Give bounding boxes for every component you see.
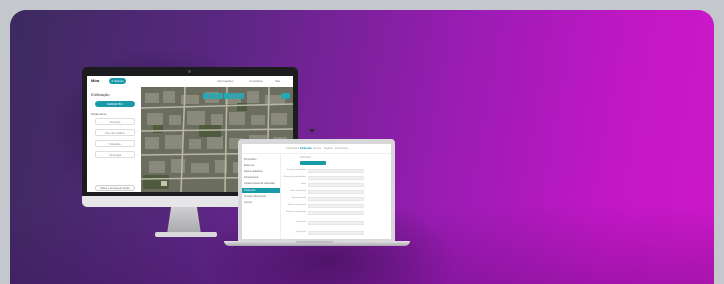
tab-documentos[interactable]: Documentos — [335, 147, 348, 150]
laptop: Informações Edificação Terreno Registro … — [238, 139, 395, 241]
tab-registro[interactable]: Registro — [324, 147, 333, 150]
tool-4-icon[interactable] — [224, 93, 230, 99]
input-field[interactable] — [308, 231, 364, 235]
field-label: Estado conservação — [286, 211, 306, 213]
sidebar-item-caracteristicas[interactable]: Características da edificação — [244, 182, 275, 185]
tab-informacoes[interactable]: Informações — [286, 147, 299, 150]
tool-6-icon[interactable] — [238, 93, 244, 99]
field-label: Utilização — [296, 221, 306, 223]
sidebar-item-anexos[interactable]: Anexos — [244, 201, 252, 204]
sidebar-item-dados[interactable]: Dados cadastrais — [244, 170, 262, 173]
sidebar-item-infra[interactable]: Infraestrutura — [244, 176, 258, 179]
tool-5-icon[interactable] — [231, 93, 237, 99]
tool-3-icon[interactable] — [217, 93, 223, 99]
tab-edificacao[interactable]: Edificação — [300, 147, 312, 150]
input-field[interactable] — [308, 204, 364, 208]
map-toolbar — [203, 93, 244, 99]
select-tipo[interactable]: Tipo de edificio — [95, 129, 135, 136]
tool-1-icon[interactable] — [203, 93, 209, 99]
params-label: Parâmetros — [91, 112, 107, 116]
input-field[interactable] — [308, 221, 364, 225]
field-label: Área — [301, 183, 306, 185]
sidebar-item-servicos[interactable]: Serviços Disponíveis — [244, 195, 266, 198]
form-header: Edificação — [300, 156, 312, 159]
mode-pill[interactable]: Ir Mundo — [109, 78, 126, 84]
app-logo: Mira — [91, 78, 100, 83]
menu-item-info[interactable]: Informações — [217, 79, 234, 83]
input-field[interactable] — [308, 190, 364, 194]
back-title[interactable]: Edificação — [91, 92, 109, 97]
laptop-sidebar: Proprietário Endereço Dados cadastrais I… — [242, 153, 281, 239]
field-label: Número de pavimentos — [283, 176, 306, 178]
field-label: Tipo de padrão — [291, 197, 306, 199]
laptop-notch — [296, 241, 334, 243]
sidebar-item-proprietario[interactable]: Proprietário — [244, 158, 256, 161]
field-label: Área construída — [290, 190, 306, 192]
select-tipologia[interactable]: Tipologia — [95, 151, 135, 158]
select-fraccao[interactable]: Fracção — [95, 118, 135, 125]
monitor-stand-base — [155, 232, 217, 237]
camera-dot — [188, 70, 191, 73]
select-situacao[interactable]: Situação — [95, 140, 135, 147]
save-continue-button[interactable]: Salvar e prosseguir edição — [95, 185, 135, 191]
input-field[interactable] — [308, 169, 364, 173]
tool-2-icon[interactable] — [210, 93, 216, 99]
form-chip[interactable] — [300, 161, 326, 165]
laptop-screen: Informações Edificação Terreno Registro … — [242, 144, 391, 239]
menu-item-consultas[interactable]: Consultas — [249, 79, 262, 83]
input-field[interactable] — [308, 183, 364, 187]
tab-terreno[interactable]: Terreno — [313, 147, 321, 150]
input-field[interactable] — [308, 197, 364, 201]
map-confirm-button[interactable] — [281, 93, 290, 99]
field-label: Ocupação — [296, 231, 306, 233]
generate-button[interactable]: GERAR BCI — [95, 101, 135, 107]
field-label: Tipo de construção — [287, 204, 306, 206]
laptop-form: Edificação Inscrição imobiliária Número … — [282, 153, 391, 239]
menu-item-sair[interactable]: Sair — [275, 79, 280, 83]
caret-down-icon — [309, 129, 315, 133]
field-label: Inscrição imobiliária — [286, 169, 306, 171]
sidebar-item-pavimento[interactable]: Pavimento — [242, 188, 280, 193]
sidebar-item-endereco[interactable]: Endereço — [244, 164, 254, 167]
left-panel: Edificação GERAR BCI Parâmetros Fracção … — [87, 87, 141, 192]
input-field[interactable] — [308, 176, 364, 180]
input-field[interactable] — [308, 211, 364, 215]
monitor-stand — [167, 207, 201, 234]
